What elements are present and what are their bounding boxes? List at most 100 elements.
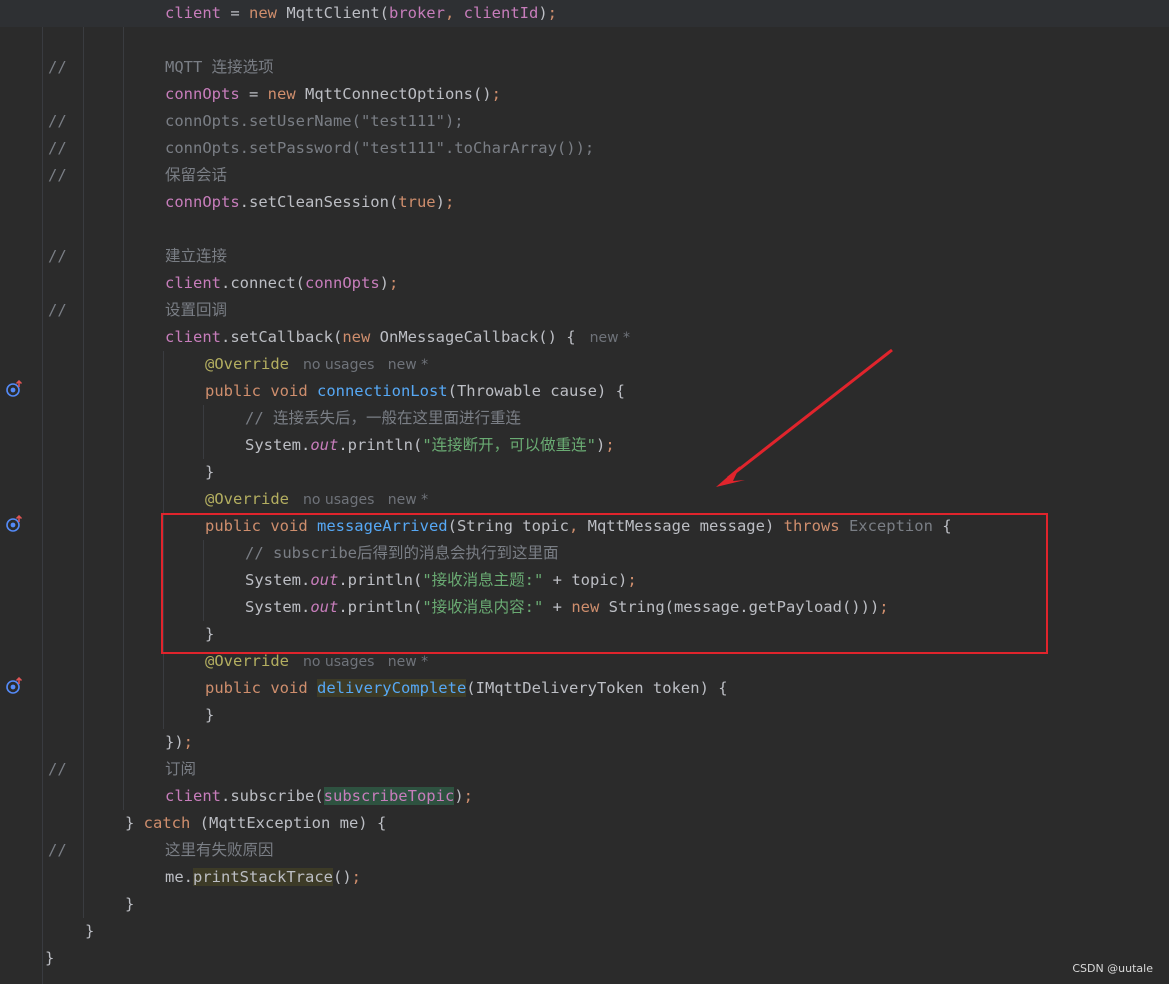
override-method-icon[interactable]	[5, 677, 23, 695]
code-token: }	[205, 706, 215, 724]
code-text: System.out.println("接收消息内容:" + new Strin…	[245, 594, 889, 621]
code-token: =	[221, 4, 249, 22]
code-token: public void	[205, 679, 317, 697]
code-token: )	[538, 4, 548, 22]
code-text: 订阅	[165, 756, 196, 783]
code-token: }	[125, 895, 135, 913]
line-comment-marker: //	[48, 760, 67, 778]
inlay-hint[interactable]: new *	[590, 330, 630, 346]
code-token: 建立连接	[165, 247, 228, 265]
override-method-icon[interactable]	[5, 515, 23, 533]
inlay-hint[interactable]: no usages new *	[303, 492, 428, 508]
code-token: me.	[165, 868, 193, 886]
code-token: @Override	[205, 355, 289, 373]
code-token: client	[165, 274, 221, 292]
inlay-hint[interactable]: no usages new *	[303, 357, 428, 373]
inlay-hint[interactable]: no usages new *	[303, 654, 428, 670]
code-token: throws	[783, 517, 849, 535]
code-token: deliveryComplete	[316, 679, 467, 697]
code-token: ;	[605, 436, 615, 454]
line-comment-marker: //	[48, 301, 67, 319]
code-token: .println(	[338, 571, 423, 589]
line-comment-marker: //	[48, 112, 67, 130]
code-text: });	[165, 729, 193, 756]
code-token: ;	[444, 193, 455, 211]
code-token: ,	[444, 4, 464, 22]
code-token: }	[85, 922, 95, 940]
code-token: )	[435, 193, 445, 211]
code-token: 设置回调	[165, 301, 228, 319]
code-token: MqttClient(	[286, 4, 389, 22]
code-token: new	[342, 328, 380, 346]
code-text: me.printStackTrace();	[165, 864, 361, 891]
code-text: MQTT 连接选项	[165, 54, 274, 81]
code-token: client	[165, 4, 221, 22]
code-token: }	[205, 625, 215, 643]
code-token: ;	[389, 274, 399, 292]
line-comment-marker: //	[48, 247, 67, 265]
code-text: @Override no usages new *	[205, 486, 428, 514]
gutter-divider	[42, 0, 43, 984]
code-token: (IMqttDeliveryToken token) {	[466, 679, 728, 697]
code-token: broker	[388, 4, 445, 22]
line-comment-marker: //	[48, 139, 67, 157]
code-text: // 连接丢失后，一般在这里面进行重连	[245, 405, 521, 432]
indent-guide	[203, 405, 204, 459]
code-token: OnMessageCallback() {	[379, 328, 576, 346]
indent-guide	[163, 351, 164, 729]
code-text: 这里有失败原因	[165, 837, 274, 864]
code-text: }	[85, 918, 94, 945]
code-token: out	[310, 598, 339, 616]
code-text: connOpts = new MqttConnectOptions();	[165, 81, 501, 108]
code-token: catch	[143, 814, 200, 832]
code-token: (Throwable cause) {	[447, 382, 625, 400]
code-token: 保留会话	[165, 166, 228, 184]
code-token: )	[454, 787, 464, 805]
code-token: Exception	[848, 517, 933, 535]
code-token: .connect(	[221, 274, 305, 292]
code-token: new	[267, 85, 305, 103]
code-token: + topic)	[543, 571, 628, 589]
code-text: }	[205, 702, 214, 729]
code-token: connectionLost	[316, 382, 448, 400]
code-token: clientId	[463, 4, 539, 22]
code-token: 这里有失败原因	[165, 841, 274, 859]
line-comment-marker: //	[48, 841, 67, 859]
code-token: .println(	[338, 598, 423, 616]
code-text: client = new MqttClient(broker, clientId…	[165, 0, 557, 27]
override-method-icon[interactable]	[5, 380, 23, 398]
red-arrow-icon	[716, 348, 893, 487]
code-token: ;	[627, 571, 637, 589]
code-token: messageArrived	[316, 517, 448, 535]
code-editor[interactable]: client = new MqttClient(broker, clientId…	[0, 0, 1169, 984]
code-token: {	[932, 517, 952, 535]
line-comment-marker: //	[48, 166, 67, 184]
indent-guide	[203, 540, 204, 621]
code-text: 设置回调	[165, 297, 227, 324]
code-text: } catch (MqttException me) {	[125, 810, 386, 837]
code-token: =	[239, 85, 268, 103]
code-token: true	[398, 193, 436, 211]
code-token: String(message.getPayload()))	[608, 598, 880, 616]
code-text: connOpts.setPassword("test111".toCharArr…	[165, 135, 594, 162]
code-token: client	[165, 328, 221, 346]
code-token: @Override	[205, 652, 289, 670]
code-token: out	[310, 571, 339, 589]
code-text: }	[45, 945, 54, 972]
code-token: ()	[332, 868, 352, 886]
code-token: MQTT 连接选项	[165, 58, 274, 76]
code-text: public void connectionLost(Throwable cau…	[205, 378, 625, 405]
code-token: MqttMessage message)	[587, 517, 784, 535]
code-token: connOpts	[165, 193, 240, 211]
code-token: connOpts.setPassword("test111".toCharArr…	[165, 139, 595, 157]
code-text: System.out.println("连接断开，可以做重连");	[245, 432, 615, 459]
code-text: client.subscribe(subscribeTopic);	[165, 783, 473, 810]
code-text: }	[125, 891, 134, 918]
code-token: ;	[547, 4, 557, 22]
code-text: connOpts.setCleanSession(true);	[165, 189, 454, 216]
code-token: }	[205, 463, 215, 481]
code-line[interactable]: client = new MqttClient(broker, clientId…	[0, 0, 1169, 27]
code-token: System.	[245, 436, 311, 454]
code-token: "连接断开，可以做重连"	[422, 436, 596, 454]
code-token: ;	[463, 787, 473, 805]
